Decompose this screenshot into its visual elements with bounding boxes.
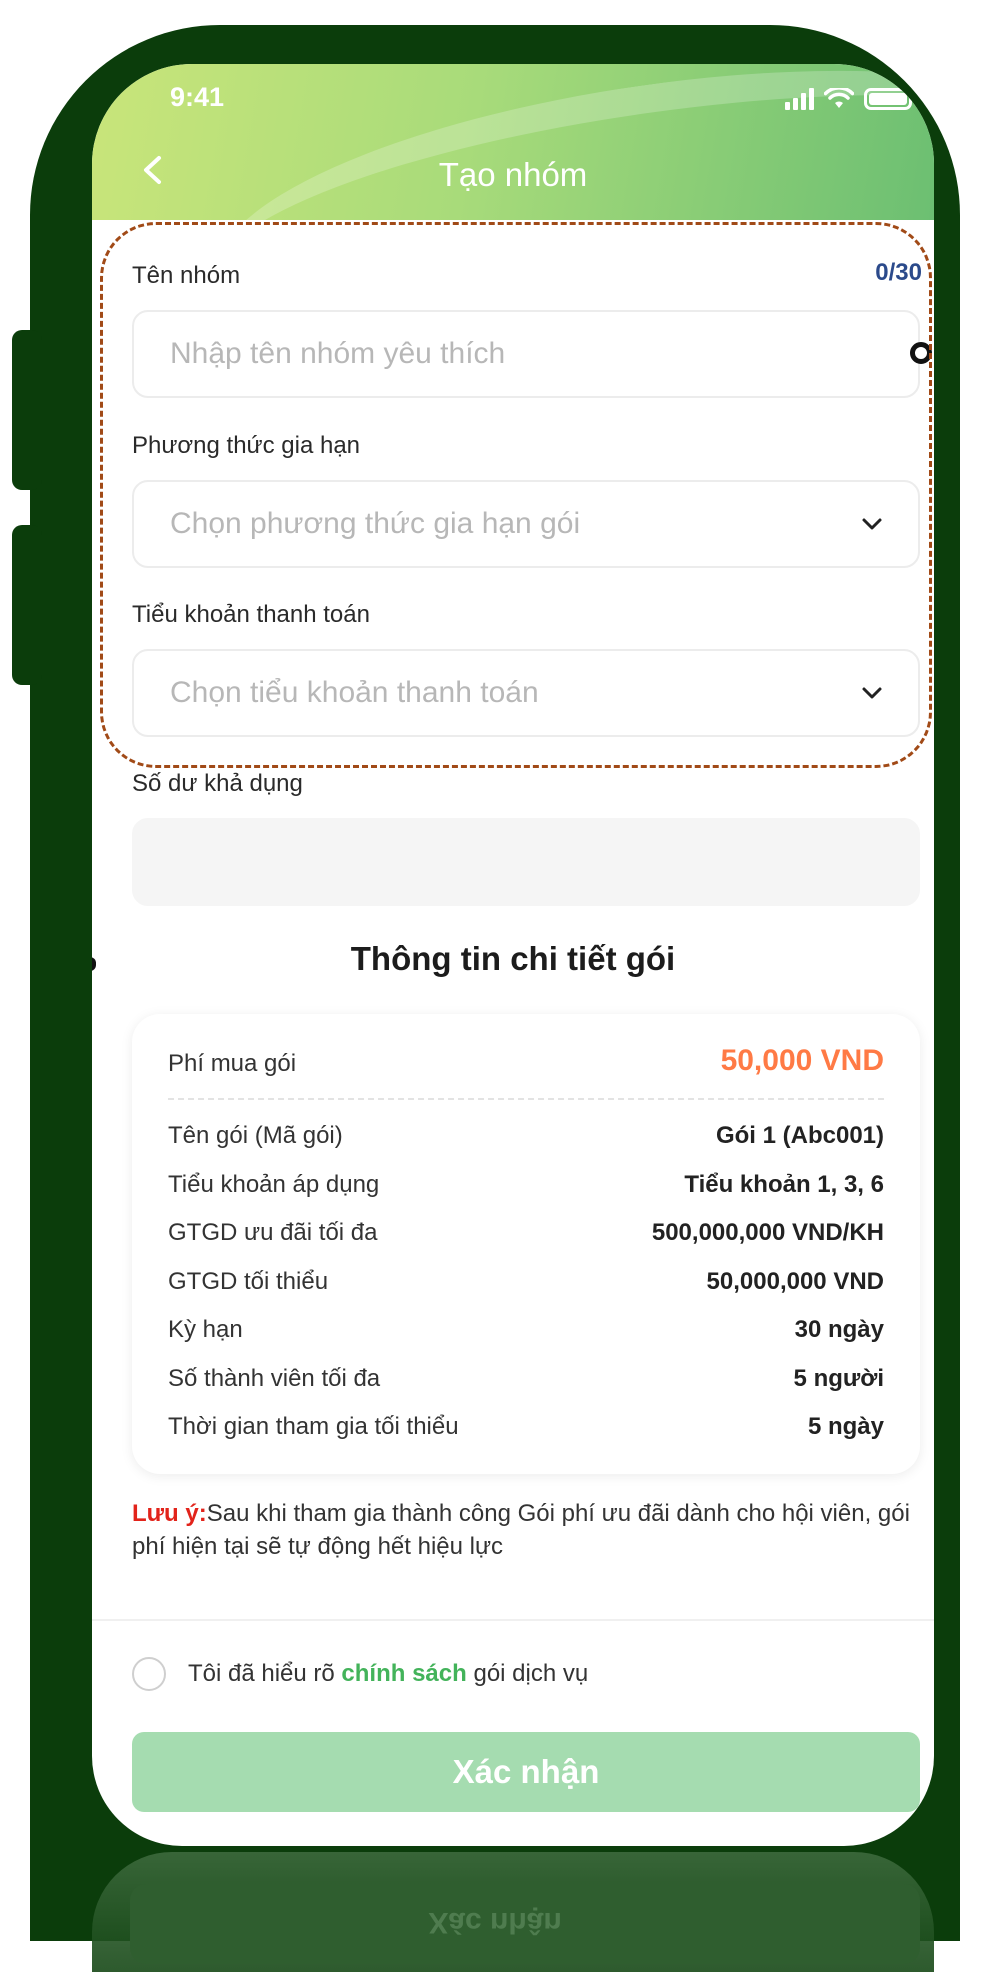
note-text: Lưu ý:Sau khi tham gia thành công Gói ph… — [132, 1497, 922, 1563]
confirm-button[interactable]: Xác nhận — [132, 1732, 920, 1812]
detail-value: 5 ngày — [807, 1413, 884, 1441]
available-balance-label: Số dư khả dụng — [132, 770, 303, 797]
detail-label: Kỳ hạn — [168, 1316, 243, 1344]
fee-value: 50,000 VND — [720, 1044, 884, 1077]
header-bar: 9:41 Tạo nhóm — [92, 64, 934, 220]
package-section-title: Thông tin chi tiết gói — [350, 940, 676, 977]
chevron-down-icon — [860, 512, 884, 536]
detail-label: Tiểu khoản áp dụng — [168, 1170, 380, 1198]
detail-row: Số thành viên tối đa 5 người — [168, 1355, 884, 1404]
detail-value: 30 ngày — [794, 1316, 884, 1344]
policy-text-before: Tôi đã hiểu rõ — [188, 1660, 342, 1687]
device-side-button — [12, 525, 42, 685]
detail-value: Gói 1 (Abc001) — [715, 1122, 884, 1150]
policy-text-after: gói dịch vụ — [466, 1660, 589, 1687]
reflection-button-label: Xác nhận — [428, 1906, 562, 1939]
renewal-method-label: Phương thức gia hạn — [132, 432, 361, 459]
phone-screen: 9:41 Tạo nhóm Tên nhóm 0/30 Nhập tên nhó… — [92, 64, 934, 1846]
detail-value: Tiểu khoản 1, 3, 6 — [684, 1170, 884, 1198]
detail-row: Kỳ hạn 30 ngày — [168, 1306, 884, 1355]
card-divider — [168, 1098, 884, 1100]
detail-row: Tiểu khoản áp dụng Tiểu khoản 1, 3, 6 — [168, 1161, 884, 1210]
note-body: Sau khi tham gia thành công Gói phí ưu đ… — [132, 1500, 910, 1560]
payment-subaccount-label: Tiểu khoản thanh toán — [132, 601, 370, 628]
payment-subaccount-select[interactable]: Chọn tiểu khoản thanh toán — [132, 649, 920, 737]
policy-link[interactable]: chính sách — [341, 1660, 466, 1687]
payment-subaccount-placeholder: Chọn tiểu khoản thanh toán — [170, 676, 539, 709]
page-title: Tạo nhóm — [438, 156, 588, 193]
package-detail-list: Tên gói (Mã gói) Gói 1 (Abc001) Tiểu kho… — [168, 1112, 884, 1452]
detail-label: Số thành viên tối đa — [168, 1364, 381, 1392]
renewal-method-select[interactable]: Chọn phương thức gia hạn gói — [132, 480, 920, 568]
policy-radio[interactable] — [132, 1657, 166, 1691]
chevron-down-icon — [860, 681, 884, 705]
detail-label: GTGD tối thiểu — [168, 1267, 329, 1295]
package-detail-card: Phí mua gói 50,000 VND Tên gói (Mã gói) … — [132, 1014, 920, 1474]
group-name-placeholder: Nhập tên nhóm yêu thích — [170, 337, 506, 370]
renewal-method-placeholder: Chọn phương thức gia hạn gói — [170, 507, 581, 540]
group-name-label: Tên nhóm — [132, 262, 241, 289]
wifi-icon — [824, 88, 854, 110]
available-balance-field — [132, 818, 920, 906]
detail-value: 5 người — [793, 1364, 884, 1392]
detail-label: GTGD ưu đãi tối đa — [168, 1219, 378, 1247]
detail-row: GTGD tối thiểu 50,000,000 VND — [168, 1258, 884, 1307]
detail-value: 50,000,000 VND — [706, 1267, 884, 1295]
detail-label: Tên gói (Mã gói) — [168, 1122, 343, 1150]
fee-label: Phí mua gói — [168, 1050, 297, 1077]
fee-row: Phí mua gói 50,000 VND — [168, 1044, 884, 1084]
note-prefix: Lưu ý: — [132, 1500, 207, 1527]
group-name-input[interactable]: Nhập tên nhóm yêu thích — [132, 310, 932, 398]
status-icons — [785, 86, 912, 110]
battery-icon — [864, 88, 912, 110]
policy-text: Tôi đã hiểu rõ chính sách gói dịch vụ — [188, 1660, 588, 1688]
detail-value: 500,000,000 VND/KH — [651, 1219, 884, 1247]
group-name-counter: 0/30 — [875, 259, 922, 286]
section-separator — [92, 1619, 934, 1621]
device-side-button — [12, 330, 42, 490]
detail-row: GTGD ưu đãi tối đa 500,000,000 VND/KH — [168, 1209, 884, 1258]
policy-agreement: Tôi đã hiểu rõ chính sách gói dịch vụ — [132, 1652, 588, 1696]
status-time: 9:41 — [170, 82, 225, 112]
detail-label: Thời gian tham gia tối thiểu — [168, 1413, 459, 1441]
detail-row: Thời gian tham gia tối thiểu 5 ngày — [168, 1403, 884, 1452]
cursor-marker — [910, 342, 932, 364]
detail-row: Tên gói (Mã gói) Gói 1 (Abc001) — [168, 1112, 884, 1161]
signal-icon — [785, 88, 814, 110]
